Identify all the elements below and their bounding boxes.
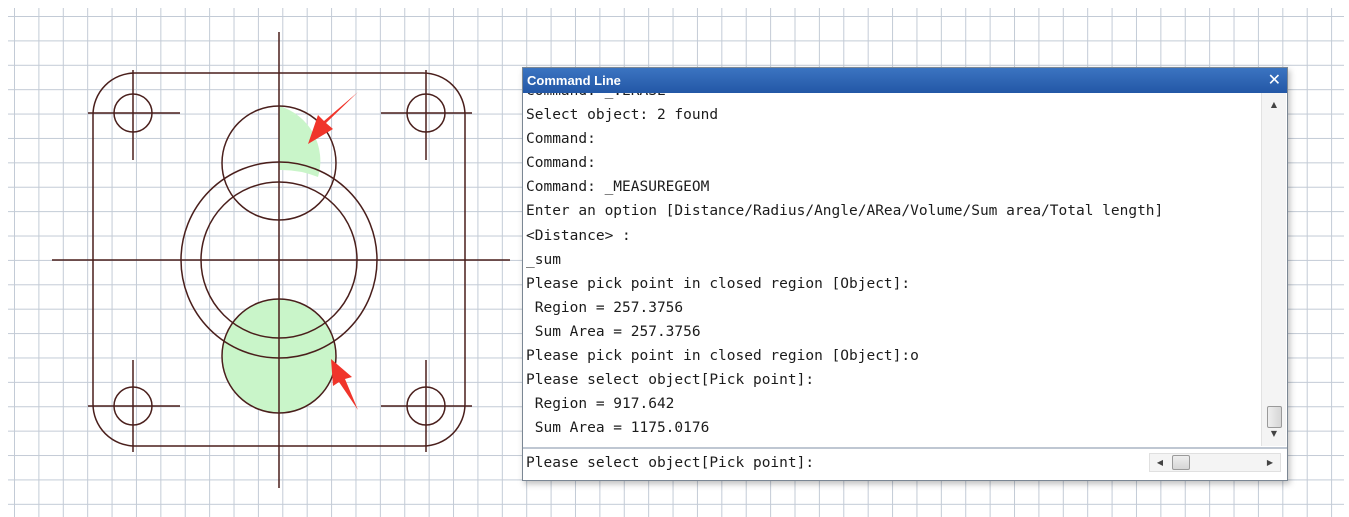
pointer-arrow-lower — [331, 359, 358, 410]
history-line: Sum Area = 1175.0176 — [526, 420, 710, 437]
history-line: Region = 917.642 — [526, 396, 675, 413]
horizontal-scrollbar[interactable]: ◀ ▶ — [1149, 453, 1281, 472]
horizontal-scroll-thumb[interactable] — [1172, 455, 1190, 470]
vertical-scroll-thumb[interactable] — [1267, 406, 1282, 428]
history-line: Region = 257.3756 — [526, 299, 684, 316]
window-title: Command Line — [527, 73, 621, 88]
vertical-scrollbar[interactable]: ▲ ▼ — [1261, 93, 1286, 446]
history-line: Please pick point in closed region [Obje… — [526, 275, 911, 292]
command-line-titlebar[interactable]: Command Line ✕ — [523, 68, 1287, 93]
command-line-window[interactable]: Command Line ✕ Command: _.ERASE Select o… — [522, 67, 1288, 481]
history-line: Please select object[Pick point]: — [526, 372, 815, 389]
history-line: _sum — [526, 251, 561, 268]
scroll-down-arrow-icon[interactable]: ▼ — [1262, 426, 1286, 442]
history-line: Command: _MEASUREGEOM — [526, 179, 710, 196]
history-line: Command: _.ERASE — [526, 93, 1163, 103]
pointer-arrow-upper — [308, 92, 358, 144]
command-history[interactable]: Command: _.ERASE Select object: 2 found … — [526, 93, 1261, 446]
scroll-left-arrow-icon[interactable]: ◀ — [1150, 454, 1170, 471]
history-line: Sum Area = 257.3756 — [526, 323, 701, 340]
history-line: <Distance> : — [526, 227, 631, 244]
scroll-right-arrow-icon[interactable]: ▶ — [1260, 454, 1280, 471]
command-input[interactable]: Please select object[Pick point]: — [526, 451, 1146, 475]
history-line: Command: — [526, 131, 596, 148]
close-icon[interactable]: ✕ — [1268, 70, 1281, 90]
history-line: Command: — [526, 155, 596, 172]
history-line: Select object: 2 found — [526, 107, 719, 124]
scroll-up-arrow-icon[interactable]: ▲ — [1262, 97, 1286, 113]
history-line: Enter an option [Distance/Radius/Angle/A… — [526, 203, 1164, 220]
upper-region-fill — [279, 106, 321, 177]
divider — [523, 447, 1287, 449]
history-line: Please pick point in closed region [Obje… — [526, 348, 919, 365]
